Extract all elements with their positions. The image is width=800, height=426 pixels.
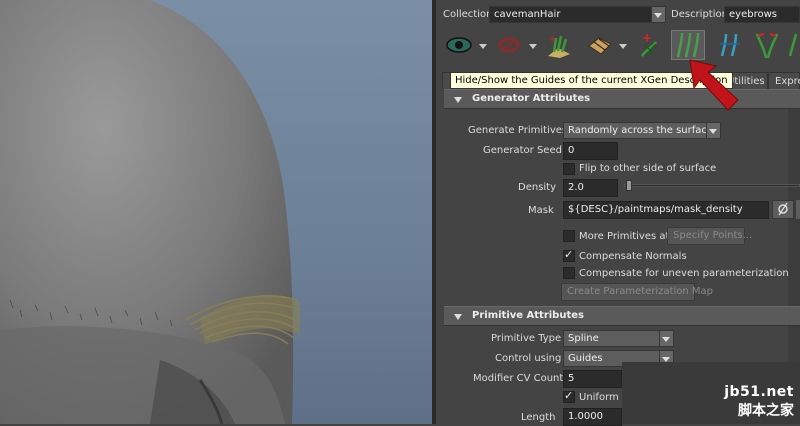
more-primitives-label: More Primitives at [579, 231, 670, 242]
density-field[interactable]: 2.0 [563, 179, 618, 197]
chevron-down-icon[interactable] [706, 123, 720, 138]
compensate-normals-label: Compensate Normals [579, 251, 687, 262]
preview-dropdown-icon[interactable] [529, 44, 537, 49]
collection-value: cavemanHair [494, 9, 561, 20]
collection-dropdown-button[interactable] [651, 7, 665, 22]
compensate-uneven-checkbox[interactable] [563, 267, 575, 279]
flip-checkbox[interactable] [563, 163, 575, 175]
length-field[interactable]: 1.0000 [563, 408, 622, 426]
watermark-line1: jb51.net [724, 384, 794, 400]
density-label: Density [518, 182, 557, 193]
tab-expressions[interactable]: Expre [768, 72, 800, 89]
flip-label: Flip to other side of surface [579, 163, 717, 174]
visibility-eye-icon[interactable] [444, 30, 474, 60]
generator-seed-field[interactable]: 0 [563, 142, 618, 160]
description-dropdown[interactable]: eyebrows [724, 6, 800, 23]
visibility-dropdown-icon[interactable] [479, 44, 487, 49]
mask-label: Mask [528, 205, 554, 216]
modifier-cv-count-field[interactable]: 5 [563, 370, 622, 388]
generate-primitives-label: Generate Primitives [468, 125, 568, 136]
description-label: Description [671, 9, 728, 20]
section-generator-attributes[interactable]: Generator Attributes [444, 89, 800, 109]
description-value: eyebrows [729, 9, 777, 20]
svg-text:+: + [642, 31, 652, 45]
uniform-cv-checkbox[interactable] [563, 389, 575, 403]
generator-seed-label: Generator Seed [483, 145, 562, 156]
guide-tool-icon[interactable] [786, 30, 800, 60]
compensate-normals-checkbox[interactable] [563, 248, 575, 262]
density-slider-track[interactable] [624, 184, 800, 187]
compensate-uneven-label: Compensate for uneven parameterization [579, 268, 789, 279]
specify-points-button[interactable]: Specify Points... [667, 227, 752, 245]
collapse-triangle-icon[interactable] [454, 314, 462, 320]
red-arrow-annotation [689, 59, 739, 111]
length-label: Length [521, 412, 556, 423]
section-primitive-attributes[interactable]: Primitive Attributes [444, 306, 800, 326]
preview-off-icon[interactable] [494, 30, 524, 60]
primitive-type-label: Primitive Type [491, 333, 562, 344]
generate-primitives-dropdown[interactable]: Randomly across the surface [563, 122, 721, 139]
head-model [0, 0, 301, 424]
watermark-line2: 脚本之家 [738, 403, 794, 419]
split-guides-icon[interactable] [752, 30, 782, 60]
mask-extra-button[interactable] [796, 200, 800, 219]
control-using-label: Control using [495, 353, 562, 364]
collection-label: Collection [443, 9, 493, 20]
add-patch-icon[interactable] [585, 30, 615, 60]
add-guide-icon[interactable]: + [634, 30, 664, 60]
more-primitives-checkbox[interactable] [563, 230, 575, 242]
chevron-down-icon[interactable] [659, 331, 673, 346]
add-description-icon[interactable]: + [544, 30, 574, 60]
3d-viewport[interactable] [0, 0, 432, 424]
paint-mask-icon[interactable] [772, 200, 794, 219]
collection-dropdown[interactable]: cavemanHair [489, 6, 666, 23]
patch-dropdown-icon[interactable] [619, 44, 627, 49]
primitive-type-dropdown[interactable]: Spline [563, 330, 674, 347]
watermark: jb51.net 脚本之家 [724, 384, 794, 420]
mask-field[interactable]: ${DESC}/paintmaps/mask_density [563, 201, 769, 219]
modifier-cv-count-label: Modifier CV Count [473, 373, 564, 384]
density-slider-handle[interactable] [626, 180, 632, 191]
collapse-triangle-icon[interactable] [454, 97, 462, 103]
create-parameterization-map-button[interactable]: Create Parameterization Map [561, 283, 713, 301]
svg-text:+: + [548, 34, 556, 45]
